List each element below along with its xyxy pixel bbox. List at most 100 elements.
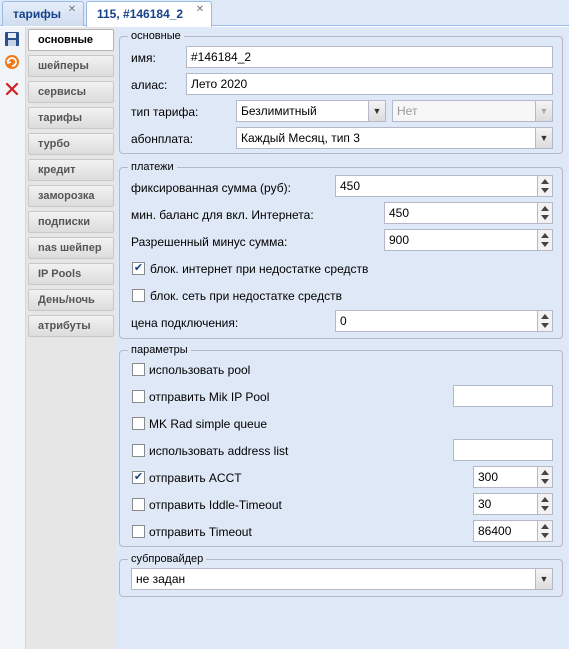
spin-down-icon[interactable]: [541, 506, 549, 511]
nav-item-attributes[interactable]: атрибуты: [28, 315, 114, 337]
fee-value: Каждый Месяц, тип 3: [241, 131, 360, 145]
chevron-down-icon[interactable]: ▼: [535, 128, 552, 148]
send-idle-checkbox[interactable]: [132, 498, 145, 511]
nav-item-label: тарифы: [38, 112, 83, 124]
tariff-type-label: тип тарифа:: [131, 105, 199, 119]
spin-down-icon[interactable]: [541, 533, 549, 538]
send-idle-spinner[interactable]: 30: [473, 493, 553, 515]
alias-field[interactable]: Лето 2020: [186, 73, 553, 95]
tariff-type-extra-select: Нет ▼: [392, 100, 553, 122]
allowed-minus-spinner[interactable]: 900: [384, 229, 553, 251]
use-pool-label: использовать pool: [149, 363, 251, 377]
send-timeout-label: отправить Timeout: [149, 525, 252, 539]
spinner-buttons[interactable]: [537, 203, 552, 223]
send-acct-value: 300: [478, 470, 499, 484]
use-pool-checkbox[interactable]: [132, 363, 145, 376]
spinner-buttons[interactable]: [537, 311, 552, 331]
use-address-list-label: использовать address list: [149, 444, 289, 458]
nav-item-basic[interactable]: основные: [28, 29, 114, 51]
nav-item-tariffs[interactable]: тарифы: [28, 107, 114, 129]
send-idle-value: 30: [478, 497, 492, 511]
spin-down-icon[interactable]: [541, 215, 549, 220]
nav-item-turbo[interactable]: турбо: [28, 133, 114, 155]
subprovider-select[interactable]: не задан ▼: [131, 568, 553, 590]
send-timeout-checkbox[interactable]: [132, 525, 145, 538]
connection-price-spinner[interactable]: 0: [335, 310, 553, 332]
alias-label: алиас:: [131, 78, 168, 92]
nav-item-nas-shaper[interactable]: nas шейпер: [28, 237, 114, 259]
spin-down-icon[interactable]: [541, 188, 549, 193]
mk-rad-label: MK Rad simple queue: [149, 417, 268, 431]
spin-up-icon[interactable]: [541, 206, 549, 211]
nav-item-label: турбо: [38, 138, 70, 150]
nav-item-day-night[interactable]: День/ночь: [28, 289, 114, 311]
spin-up-icon[interactable]: [541, 233, 549, 238]
spin-up-icon[interactable]: [541, 314, 549, 319]
nav-item-label: основные: [38, 34, 93, 46]
min-balance-label: мин. баланс для вкл. Интернета:: [131, 208, 314, 222]
block-network-checkbox[interactable]: [132, 289, 145, 302]
chevron-down-icon[interactable]: ▼: [368, 101, 385, 121]
nav-item-shapers[interactable]: шейперы: [28, 55, 114, 77]
spin-up-icon[interactable]: [541, 179, 549, 184]
nav-item-label: День/ночь: [38, 294, 95, 306]
fee-select[interactable]: Каждый Месяц, тип 3 ▼: [236, 127, 553, 149]
nav-item-freeze[interactable]: заморозка: [28, 185, 114, 207]
refresh-icon[interactable]: [4, 54, 22, 72]
send-timeout-spinner[interactable]: 86400: [473, 520, 553, 542]
nav-item-subscriptions[interactable]: подписки: [28, 211, 114, 233]
spinner-buttons[interactable]: [537, 176, 552, 196]
spinner-buttons[interactable]: [537, 230, 552, 250]
nav-item-services[interactable]: сервисы: [28, 81, 114, 103]
nav-item-ip-pools[interactable]: IP Pools: [28, 263, 114, 285]
tariff-type-extra-value: Нет: [397, 104, 418, 118]
name-label: имя:: [131, 51, 156, 65]
nav-item-label: подписки: [38, 216, 90, 228]
nav-item-label: сервисы: [38, 86, 86, 98]
chevron-down-icon: ▼: [535, 101, 552, 121]
block-internet-label: блок. интернет при недостатке средств: [150, 262, 369, 276]
send-timeout-value: 86400: [478, 524, 512, 538]
send-acct-checkbox[interactable]: ✔: [132, 471, 145, 484]
nav-item-label: кредит: [38, 164, 76, 176]
spinner-buttons[interactable]: [537, 494, 552, 514]
mik-pool-field[interactable]: [453, 385, 553, 407]
nav-item-label: атрибуты: [38, 320, 91, 332]
tab-label: 115, #146184_2: [97, 7, 184, 21]
address-list-field[interactable]: [453, 439, 553, 461]
send-acct-spinner[interactable]: 300: [473, 466, 553, 488]
name-field[interactable]: #146184_2: [186, 46, 553, 68]
connection-price-label: цена подключения:: [131, 316, 239, 330]
nav-item-label: шейперы: [38, 60, 89, 72]
connection-price-value: 0: [340, 314, 347, 328]
spinner-buttons[interactable]: [537, 467, 552, 487]
close-icon[interactable]: ✕: [195, 5, 205, 15]
spin-up-icon[interactable]: [541, 470, 549, 475]
block-network-label: блок. сеть при недостатке средств: [150, 289, 342, 303]
spin-down-icon[interactable]: [541, 242, 549, 247]
spinner-buttons[interactable]: [537, 521, 552, 541]
spin-up-icon[interactable]: [541, 524, 549, 529]
delete-icon[interactable]: [4, 81, 22, 99]
block-internet-checkbox[interactable]: ✔: [132, 262, 145, 275]
nav-item-credit[interactable]: кредит: [28, 159, 114, 181]
tariff-type-select[interactable]: Безлимитный ▼: [236, 100, 386, 122]
fee-label: абонплата:: [131, 132, 194, 146]
save-icon[interactable]: [4, 31, 22, 49]
spin-up-icon[interactable]: [541, 497, 549, 502]
subprovider-legend: субпровайдер: [131, 553, 204, 565]
spin-down-icon[interactable]: [541, 479, 549, 484]
chevron-down-icon[interactable]: ▼: [535, 569, 552, 589]
mk-rad-checkbox[interactable]: [132, 417, 145, 430]
close-icon[interactable]: ✕: [67, 5, 77, 15]
min-balance-spinner[interactable]: 450: [384, 202, 553, 224]
fixed-sum-spinner[interactable]: 450: [335, 175, 553, 197]
tariff-type-value: Безлимитный: [241, 104, 317, 118]
send-mik-pool-checkbox[interactable]: [132, 390, 145, 403]
use-address-list-checkbox[interactable]: [132, 444, 145, 457]
payments-legend: платежи: [131, 161, 174, 173]
section-nav: основные шейперы сервисы тарифы турбо кр…: [26, 27, 116, 649]
tab-current-tariff[interactable]: 115, #146184_2 ✕: [86, 1, 212, 27]
spin-down-icon[interactable]: [541, 323, 549, 328]
tab-tariffs[interactable]: тарифы ✕: [2, 1, 84, 26]
